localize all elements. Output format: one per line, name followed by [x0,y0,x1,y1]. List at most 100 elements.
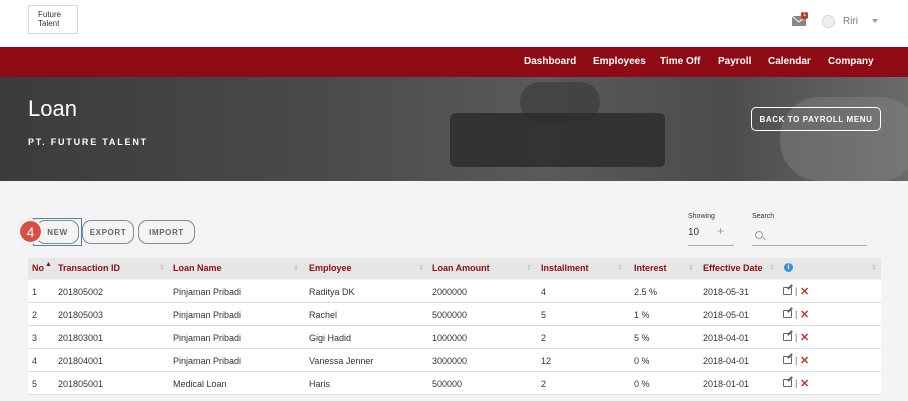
sort-icon[interactable]: ⇕ [418,264,424,272]
user-name[interactable]: Riri [843,16,858,27]
delete-icon[interactable]: ✕ [800,285,809,298]
cell-transaction-id: 201805003 [58,310,104,320]
showing-label: Showing [688,213,715,220]
cell-loan-amount: 1000000 [432,333,468,343]
sort-icon[interactable]: ⇕ [769,264,775,272]
edit-icon[interactable] [783,310,792,318]
plus-icon[interactable]: + [717,224,724,238]
cell-loan-amount: 2000000 [432,287,468,297]
column-header-installment[interactable]: Installment [541,263,589,273]
search-input[interactable] [768,227,866,243]
cell-no: 3 [32,333,38,343]
cell-loan-amount: 500000 [432,379,463,389]
company-logo[interactable]: Future Talent [28,5,78,34]
nav-time-off[interactable]: Time Off [660,56,700,67]
logo-line-2: Talent [38,19,60,28]
delete-icon[interactable]: ✕ [800,331,809,344]
nav-employees[interactable]: Employees [593,56,646,67]
table-row: 1 201805002 Pinjaman Pribadi Raditya DK … [28,280,881,303]
edit-icon[interactable] [783,333,792,341]
nav-payroll[interactable]: Payroll [718,56,751,67]
info-icon[interactable]: i [784,263,793,272]
cell-loan-name: Pinjaman Pribadi [173,333,242,343]
logo-line-1: Future [38,10,62,19]
cell-employee: Haris [309,379,331,389]
search-label: Search [752,213,775,220]
cell-loan-name: Medical Loan [173,379,227,389]
column-header-loan-amount[interactable]: Loan Amount [432,263,490,273]
cell-employee: Rachel [309,310,338,320]
delete-icon[interactable]: ✕ [800,354,809,367]
column-header-interest[interactable]: Interest [634,263,667,273]
cell-effective-date: 2018-05-01 [703,310,750,320]
cell-no: 5 [32,379,38,389]
cell-loan-name: Pinjaman Pribadi [173,356,242,366]
main-nav: Dashboard Employees Time Off Payroll Cal… [0,47,908,77]
cell-effective-date: 2018-04-01 [703,356,750,366]
cell-interest: 0 % [634,356,650,366]
column-header-transaction-id[interactable]: Transaction ID [58,263,120,273]
column-header-effective-date[interactable]: Effective Date [703,263,763,273]
sort-icon[interactable]: ⇕ [526,264,532,272]
nav-calendar[interactable]: Calendar [768,56,811,67]
import-button[interactable]: IMPORT [138,220,195,244]
edit-icon[interactable] [783,379,792,387]
sort-icon[interactable]: ⇕ [293,264,299,272]
delete-icon[interactable]: ✕ [800,377,809,390]
action-separator: | [795,355,798,365]
showing-value[interactable]: 10 [688,227,699,238]
cell-loan-name: Pinjaman Pribadi [173,310,242,320]
cell-effective-date: 2018-04-01 [703,333,750,343]
cell-employee: Raditya DK [309,287,355,297]
edit-icon[interactable] [783,287,792,295]
cell-transaction-id: 201805001 [58,379,104,389]
action-separator: | [795,332,798,342]
table-row: 5 201805001 Medical Loan Haris 500000 2 … [28,372,881,395]
action-separator: | [795,309,798,319]
mail-count-badge: 1 [801,12,809,19]
column-header-employee[interactable]: Employee [309,263,352,273]
table-row: 4 201804001 Pinjaman Pribadi Vanessa Jen… [28,349,881,372]
cell-installment: 4 [541,287,547,297]
sort-icon[interactable]: ⇕ [871,264,877,272]
cell-transaction-id: 201805002 [58,287,104,297]
column-header-no[interactable]: No [32,263,44,273]
cell-loan-amount: 3000000 [432,356,468,366]
step-number-badge: 4 [18,219,43,244]
cell-no: 4 [32,356,38,366]
sort-asc-icon[interactable]: ▲ [45,261,52,268]
table-header: No ▲ Transaction ID ⇕ Loan Name ⇕ Employ… [28,258,881,279]
cell-effective-date: 2018-01-01 [703,379,750,389]
cell-interest: 5 % [634,333,650,343]
back-to-payroll-button[interactable]: BACK TO PAYROLL MENU [751,107,881,131]
table-row: 3 201803001 Pinjaman Pribadi Gigi Hadid … [28,326,881,349]
delete-icon[interactable]: ✕ [800,308,809,321]
hero-background-shape [450,113,665,167]
nav-dashboard[interactable]: Dashboard [524,56,576,67]
cell-no: 1 [32,287,38,297]
chevron-down-icon[interactable] [872,19,878,23]
user-avatar[interactable] [822,15,835,28]
column-header-loan-name[interactable]: Loan Name [173,263,222,273]
sort-icon[interactable]: ⇕ [688,264,694,272]
cell-installment: 12 [541,356,552,366]
cell-interest: 0 % [634,379,650,389]
page-hero: Loan PT. FUTURE TALENT BACK TO PAYROLL M… [0,77,908,181]
action-separator: | [795,378,798,388]
sort-icon[interactable]: ⇕ [617,264,623,272]
export-button[interactable]: EXPORT [82,220,134,244]
edit-icon[interactable] [783,356,792,364]
cell-employee: Vanessa Jenner [309,356,374,366]
cell-effective-date: 2018-05-31 [703,287,750,297]
company-subtitle: PT. FUTURE TALENT [28,137,148,147]
sort-icon[interactable]: ⇕ [159,264,165,272]
cell-installment: 2 [541,333,547,343]
cell-loan-amount: 5000000 [432,310,468,320]
cell-installment: 2 [541,379,547,389]
search-icon [755,231,763,239]
cell-interest: 2.5 % [634,287,658,297]
cell-no: 2 [32,310,38,320]
nav-company[interactable]: Company [828,56,874,67]
action-separator: | [795,286,798,296]
search-underline [752,245,867,246]
